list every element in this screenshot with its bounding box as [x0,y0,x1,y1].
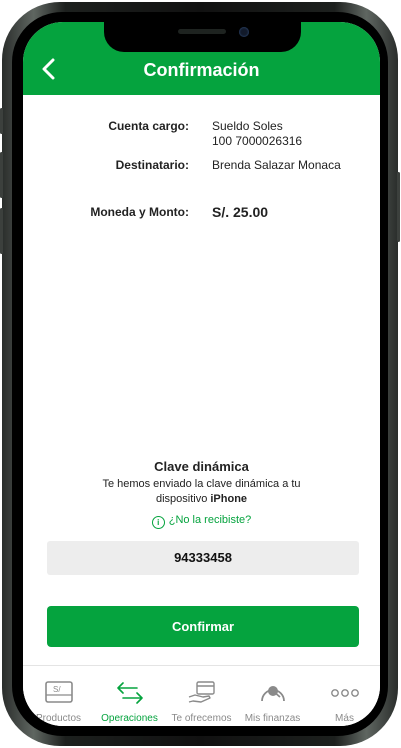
tab-te-ofrecemos[interactable]: Te ofrecemos [166,666,237,726]
wallet-soles-icon: S/ [45,681,73,703]
tab-productos[interactable]: S/ Productos [23,666,94,726]
device-name: iPhone [210,493,248,505]
tab-label: Más [335,713,354,724]
more-dots-icon [331,689,359,697]
gauge-icon [261,686,285,702]
bottom-tab-bar: S/ Productos Operaciones Te ofrecemos Mi… [23,665,380,726]
front-camera [239,27,249,37]
resend-link[interactable]: i ¿No la recibiste? [23,514,380,529]
destinatario-label: Destinatario: [115,158,189,172]
volume-up-button [0,152,3,198]
clave-desc-text: Te hemos enviado la clave dinámica a tu … [102,478,301,505]
cuenta-cargo-name: Sueldo Soles [212,119,283,133]
tab-mis-finanzas[interactable]: Mis finanzas [237,666,308,726]
tab-label: Mis finanzas [244,713,301,724]
tab-label: Te ofrecemos [171,713,232,724]
speaker [178,29,226,34]
destinatario-value: Brenda Salazar Monaca [212,158,341,172]
tab-operaciones[interactable]: Operaciones [94,666,165,726]
monto-value: S/. 25.00 [212,204,269,220]
confirm-button[interactable]: Confirmar [47,606,359,647]
clave-code-field[interactable]: 94333458 [47,541,359,575]
page-title: Confirmación [143,60,260,80]
monto-label: Moneda y Monto: [90,205,189,219]
tab-mas[interactable]: Más [309,666,380,726]
cuenta-cargo-label: Cuenta cargo: [108,119,189,133]
tab-label: Operaciones [101,713,158,724]
mute-switch [0,108,3,134]
hand-card-icon [188,681,215,703]
resend-link-label: ¿No la recibiste? [168,514,252,526]
transfer-arrows-icon [117,682,143,704]
clave-dinamica-title: Clave dinámica [154,459,249,474]
tab-label: Productos [35,713,82,724]
screen: Confirmación Cuenta cargo: Sueldo Soles … [23,22,380,726]
info-icon: i [151,516,165,529]
svg-text:S/: S/ [53,685,61,694]
volume-down-button [0,208,3,254]
cuenta-cargo-number: 100 7000026316 [212,134,303,148]
clave-dinamica-description: Te hemos enviado la clave dinámica a tu … [83,477,320,507]
power-button [397,172,400,242]
notch [104,22,301,52]
